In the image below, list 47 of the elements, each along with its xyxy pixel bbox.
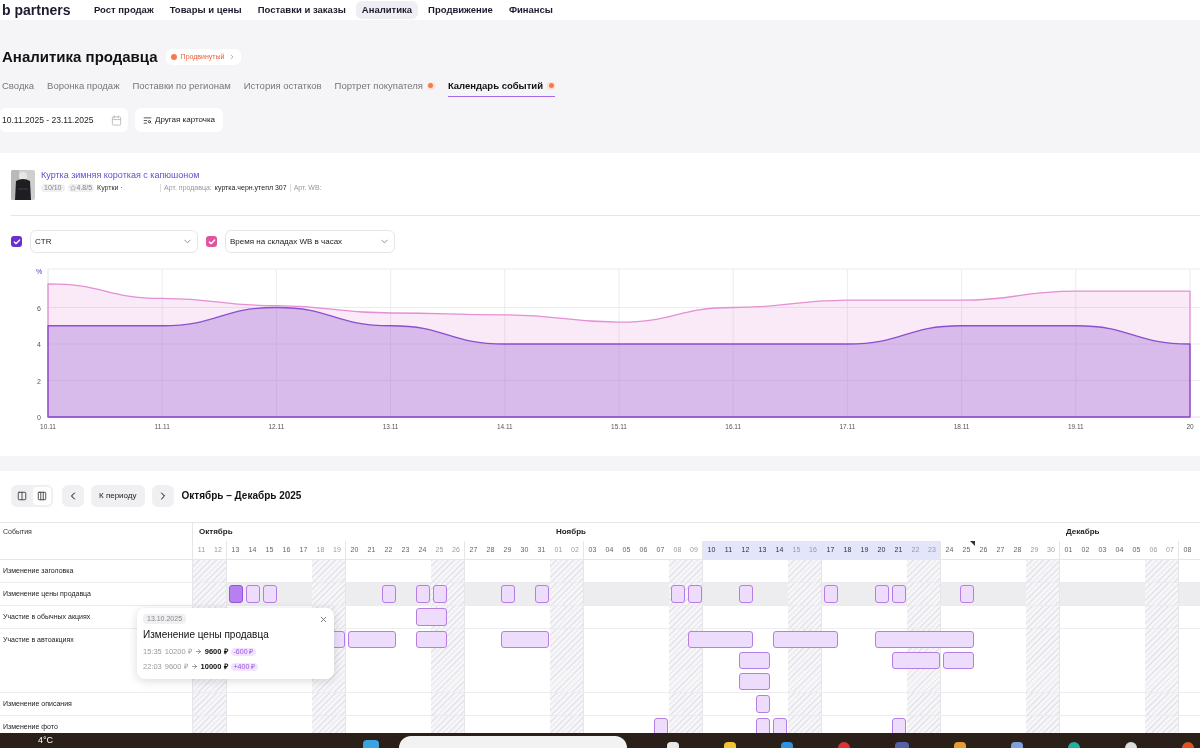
app-icon[interactable] [1068,742,1081,748]
view-toggle[interactable] [33,487,51,505]
close-icon[interactable] [319,615,328,624]
product-link[interactable]: Куртка зимняя короткая с капюшоном [41,170,322,181]
tab[interactable]: Портрет покупателя [334,75,435,97]
arrow-right-icon [194,648,202,656]
tab[interactable]: Сводка [2,75,35,97]
app-icon[interactable] [667,742,680,748]
metric-select[interactable]: CTR [30,230,198,253]
columns-icon [37,491,47,501]
search-bar[interactable] [399,736,628,748]
star-icon [69,185,76,191]
columns-icon [17,491,27,501]
nav-item[interactable]: Финансы [502,1,559,19]
month-label: Октябрь [199,527,233,537]
tab[interactable]: Воронка продаж [47,75,120,97]
tooltip-title: Изменение цены продавца [143,629,270,642]
weather-text[interactable]: 4°C [38,735,54,746]
nav-item[interactable]: Рост продаж [88,1,160,19]
app-icon[interactable] [1011,742,1024,748]
nav-item[interactable]: Товары и цены [163,1,248,19]
prev-button[interactable] [62,485,84,507]
checkbox[interactable] [206,236,217,247]
nav-item[interactable]: Поставки и заказы [251,1,352,19]
period-button[interactable]: К периоду [91,485,145,507]
tab[interactable]: Поставки по регионам [132,75,231,97]
logo[interactable]: b partners [0,1,88,19]
nav-item[interactable]: Аналитика [355,1,419,19]
month-label: Декабрь [1066,527,1100,537]
calendar-icon [111,114,122,126]
app-icon[interactable] [363,740,380,748]
arrow-right-icon [190,663,198,671]
metric-select[interactable]: Время на складах WB в часах [225,230,395,253]
tab[interactable]: Календарь событий [447,75,556,97]
tab[interactable]: История остатков [243,75,322,97]
app-icon[interactable] [1125,742,1138,748]
calendar-title: Октябрь – Декабрь 2025 [181,490,302,502]
checkbox[interactable] [11,236,22,247]
nav-item[interactable]: Продвижение [422,1,499,19]
month-label: Ноябрь [556,527,586,537]
date-range-field[interactable]: 10.11.2025 - 23.11.2025 [0,108,128,132]
next-button[interactable] [151,485,174,507]
app-icon[interactable] [724,742,737,748]
list-search-icon [143,115,152,125]
app-icon[interactable] [954,742,967,748]
other-card-button[interactable]: Другая карточка [135,108,224,132]
page-title: Аналитика продавца [2,48,158,66]
